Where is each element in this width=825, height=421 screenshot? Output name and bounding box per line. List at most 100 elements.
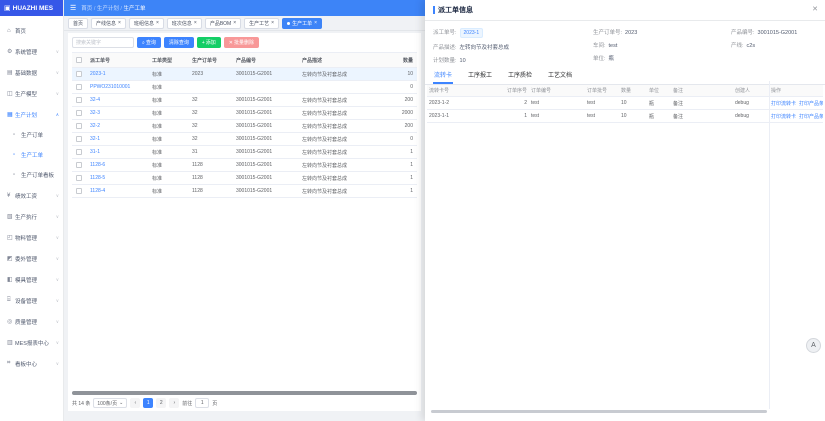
row-checkbox[interactable] <box>76 188 82 194</box>
dispatch-no-link[interactable]: 1128-4 <box>88 188 150 194</box>
sidebar-item-base-data[interactable]: ▤基础数据∨ <box>0 62 63 83</box>
sidebar-item-perf-wages[interactable]: ¥绩效工资∨ <box>0 185 63 206</box>
sidebar-item-outsourcing-mgmt[interactable]: ◩委外管理∨ <box>0 248 63 269</box>
dispatch-no-link[interactable]: 1128-6 <box>88 162 150 168</box>
drawer-tab-0[interactable]: 流转卡 <box>433 67 453 84</box>
sidebar-item-system-mgmt[interactable]: ⚙系统管理∨ <box>0 41 63 62</box>
tab-0[interactable]: 首页 <box>68 18 88 29</box>
drawer-horizontal-scrollbar[interactable] <box>431 410 767 413</box>
tab-2[interactable]: 班组信息× <box>129 18 164 29</box>
table-row[interactable]: 32-2标准323001015-G2001左转向节及衬套总成200 <box>72 120 417 133</box>
table-row[interactable]: 32-3标准323001015-G2001左转向节及衬套总成2000 <box>72 107 417 120</box>
table-row[interactable]: 32-4标准323001015-G2001左转向节及衬套总成200 <box>72 94 417 107</box>
row-checkbox[interactable] <box>76 123 82 129</box>
sidebar-item-mes-report-center[interactable]: ▥MES报表中心∨ <box>0 332 63 353</box>
chevron-up-icon: ∧ <box>56 112 59 118</box>
select-all-checkbox[interactable] <box>76 57 82 63</box>
clear-query-button[interactable]: 清除查询 <box>164 37 194 48</box>
sidebar-item-quality-mgmt[interactable]: ◎质量管理∨ <box>0 311 63 332</box>
dispatch-no-link[interactable]: PPWO231010001 <box>88 84 150 90</box>
drawer-tab-3[interactable]: 工艺文档 <box>547 67 573 84</box>
query-button[interactable]: ⌕ 查询 <box>137 37 161 48</box>
dispatch-no-link[interactable]: 32-3 <box>88 110 150 116</box>
close-tab-icon[interactable]: × <box>156 21 159 26</box>
page-button-2[interactable]: 2 <box>156 398 166 408</box>
table-row[interactable]: 32-1标准323001015-G2001左转向节及衬套总成0 <box>72 133 417 146</box>
row-checkbox[interactable] <box>76 110 82 116</box>
print-barcode-link[interactable]: 打印产品条码 <box>799 114 823 120</box>
tab-6[interactable]: 生产工单× <box>282 18 322 29</box>
cell: 3001015-G2001 <box>234 162 300 168</box>
add-button[interactable]: + 添加 <box>197 37 221 48</box>
cell: 1128 <box>190 175 234 181</box>
table-row[interactable]: 2023-1标准20233001015-G2001左转向节及衬套总成10 <box>72 68 417 81</box>
print-barcode-link[interactable]: 打印产品条码 <box>799 101 823 107</box>
column-header: 工单类型 <box>150 57 190 64</box>
page-buttons: 12 <box>143 398 166 408</box>
drawer-table-row[interactable]: 2023-1-22testtest10瓶备注debug打印流转卡打印产品条码 <box>427 97 823 110</box>
dispatch-no-link[interactable]: 32-4 <box>88 97 150 103</box>
detail-fields: 派工单号:2023-1产品描述:左转向节及衬套总成计划数量:10生产订单号:20… <box>425 21 825 65</box>
page-button-1[interactable]: 1 <box>143 398 153 408</box>
table-row[interactable]: 1128-6标准11283001015-G2001左转向节及衬套总成1 <box>72 159 417 172</box>
close-tab-icon[interactable]: × <box>194 21 197 26</box>
sidebar-subitem-order-board[interactable]: ▫生产订单看板 <box>0 165 63 185</box>
dispatch-no-link[interactable]: 31-1 <box>88 149 150 155</box>
table-row[interactable]: PPWO231010001标准0 <box>72 81 417 94</box>
sidebar-item-board-center[interactable]: ⌗看板中心∨ <box>0 353 63 374</box>
cell: 2023 <box>190 71 234 77</box>
drawer-tab-2[interactable]: 工序质检 <box>507 67 533 84</box>
search-input[interactable] <box>72 37 134 48</box>
sidebar-item-mold-mgmt[interactable]: ◧模具管理∨ <box>0 269 63 290</box>
row-checkbox[interactable] <box>76 175 82 181</box>
dispatch-no-link[interactable]: 2023-1 <box>88 71 150 77</box>
page-size-select[interactable]: 100条/页 ⌄ <box>93 398 127 408</box>
batch-delete-button[interactable]: ✕ 批量删除 <box>224 37 259 48</box>
dispatch-no-link[interactable]: 32-1 <box>88 136 150 142</box>
sidebar-item-production-exec[interactable]: ▧生产执行∨ <box>0 206 63 227</box>
close-tab-icon[interactable]: × <box>118 21 121 26</box>
close-tab-icon[interactable]: × <box>314 21 317 26</box>
prev-page-button[interactable]: ‹ <box>130 398 140 408</box>
tab-4[interactable]: 产品BOM× <box>205 18 241 29</box>
dispatch-no-link[interactable]: 1128-5 <box>88 175 150 181</box>
drawer-table-row[interactable]: 2023-1-11testtest10瓶备注debug打印流转卡打印产品条码 <box>427 110 823 123</box>
print-card-link[interactable]: 打印流转卡 <box>771 101 796 107</box>
tab-label: 首页 <box>73 20 83 27</box>
column-header: 派工单号 <box>88 57 150 64</box>
next-page-button[interactable]: › <box>169 398 179 408</box>
goto-page-input[interactable] <box>195 398 209 408</box>
drawer-tab-1[interactable]: 工序报工 <box>467 67 493 84</box>
table-row[interactable]: 31-1标准313001015-G2001左转向节及衬套总成1 <box>72 146 417 159</box>
dispatch-no-link[interactable]: 32-2 <box>88 123 150 129</box>
table-row[interactable]: 1128-5标准11283001015-G2001左转向节及衬套总成1 <box>72 172 417 185</box>
floating-action-button[interactable]: A <box>806 338 821 353</box>
print-card-link[interactable]: 打印流转卡 <box>771 114 796 120</box>
dispatch-no-tag: 2023-1 <box>460 28 484 38</box>
cell: 32 <box>190 110 234 116</box>
sidebar-subitem-production-order[interactable]: ▫生产订单 <box>0 125 63 145</box>
chevron-down-icon: ∨ <box>56 70 59 76</box>
sidebar-item-production-plan[interactable]: ▦生产计划∧ <box>0 104 63 125</box>
close-tab-icon[interactable]: × <box>233 21 236 26</box>
row-checkbox[interactable] <box>76 71 82 77</box>
row-checkbox[interactable] <box>76 136 82 142</box>
sidebar-item-production-model[interactable]: ◫生产模型∨ <box>0 83 63 104</box>
horizontal-scrollbar[interactable] <box>72 391 417 395</box>
close-tab-icon[interactable]: × <box>271 21 274 26</box>
close-icon[interactable]: ✕ <box>812 5 818 13</box>
row-checkbox[interactable] <box>76 84 82 90</box>
row-checkbox[interactable] <box>76 97 82 103</box>
sidebar-item-home[interactable]: ⌂首页 <box>0 20 63 41</box>
sidebar-item-material-mgmt[interactable]: ◰物料管理∨ <box>0 227 63 248</box>
sidebar-item-equipment-mgmt[interactable]: ⌸设备管理∨ <box>0 290 63 311</box>
row-checkbox[interactable] <box>76 162 82 168</box>
menu-toggle-icon[interactable]: ☰ <box>70 4 76 12</box>
sidebar-subitem-production-workorder[interactable]: ▫生产工单 <box>0 145 63 165</box>
tab-5[interactable]: 生产工艺× <box>244 18 279 29</box>
table-row[interactable]: 1128-4标准11283001015-G2001左转向节及衬套总成1 <box>72 185 417 198</box>
tab-3[interactable]: 班次信息× <box>167 18 202 29</box>
tab-1[interactable]: 产线信息× <box>91 18 126 29</box>
drawer-column-header: 创建人 <box>733 87 769 94</box>
row-checkbox[interactable] <box>76 149 82 155</box>
